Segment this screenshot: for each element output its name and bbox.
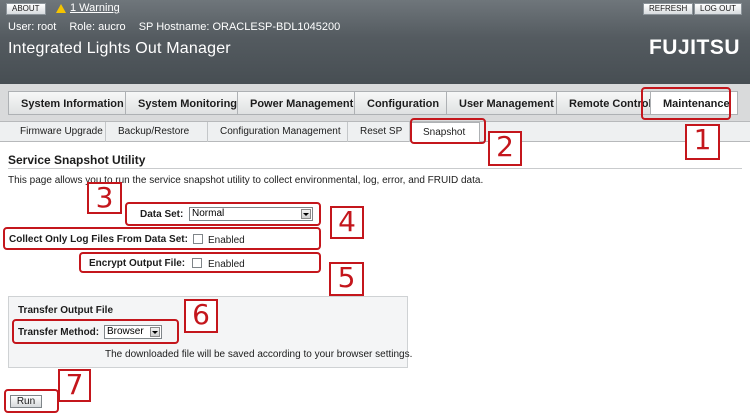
callout-3: 3 [87, 182, 122, 214]
subtab-reset-sp[interactable]: Reset SP [348, 122, 410, 142]
highlight-log-only [3, 227, 321, 250]
callout-6: 6 [184, 299, 218, 333]
highlight-data-set [125, 202, 321, 226]
brand-logo: FUJITSU [648, 36, 740, 59]
user-role: Role: aucro [69, 21, 126, 33]
masthead: ABOUT 1 Warning REFRESH LOG OUT User: ro… [0, 0, 750, 84]
callout-5: 5 [329, 262, 364, 296]
transfer-note: The downloaded file will be saved accord… [105, 349, 413, 360]
tab-system-information[interactable]: System Information [8, 91, 125, 115]
app-title: Integrated Lights Out Manager [8, 40, 231, 57]
tab-power-management[interactable]: Power Management [237, 91, 354, 115]
highlight-maintenance-tab [641, 87, 731, 120]
callout-1: 1 [685, 124, 720, 160]
warning-icon [56, 3, 66, 13]
tab-configuration[interactable]: Configuration [354, 91, 446, 115]
callout-2: 2 [488, 131, 522, 166]
tab-system-monitoring[interactable]: System Monitoring [125, 91, 237, 115]
tab-user-management[interactable]: User Management [446, 91, 556, 115]
callout-7: 7 [58, 369, 91, 402]
sp-hostname: SP Hostname: ORACLESP-BDL1045200 [138, 21, 341, 33]
warning-link[interactable]: 1 Warning [56, 2, 120, 14]
refresh-button[interactable]: REFRESH [643, 3, 694, 15]
page-description: This page allows you to run the service … [8, 175, 484, 186]
subtab-firmware-upgrade[interactable]: Firmware Upgrade [8, 122, 106, 142]
subtab-backup-restore[interactable]: Backup/Restore [106, 122, 208, 142]
main-tab-bar: System Information System Monitoring Pow… [0, 84, 750, 122]
sub-tab-bar: Firmware Upgrade Backup/Restore Configur… [0, 122, 750, 142]
warning-label[interactable]: 1 Warning [70, 2, 120, 14]
subtab-configuration-management[interactable]: Configuration Management [208, 122, 348, 142]
highlight-run [4, 389, 59, 413]
title-divider [8, 168, 742, 169]
user-info: User: root Role: aucro SP Hostname: ORAC… [8, 21, 350, 33]
tab-remote-control[interactable]: Remote Control [556, 91, 652, 115]
highlight-transfer-method [12, 319, 179, 344]
callout-4: 4 [330, 206, 364, 239]
logout-button[interactable]: LOG OUT [694, 3, 743, 15]
page-title: Service Snapshot Utility [8, 153, 146, 167]
about-button[interactable]: ABOUT [6, 3, 46, 15]
transfer-title: Transfer Output File [18, 305, 114, 316]
highlight-encrypt [79, 252, 321, 273]
user-name: User: root [8, 21, 57, 33]
highlight-snapshot-tab [410, 118, 486, 144]
